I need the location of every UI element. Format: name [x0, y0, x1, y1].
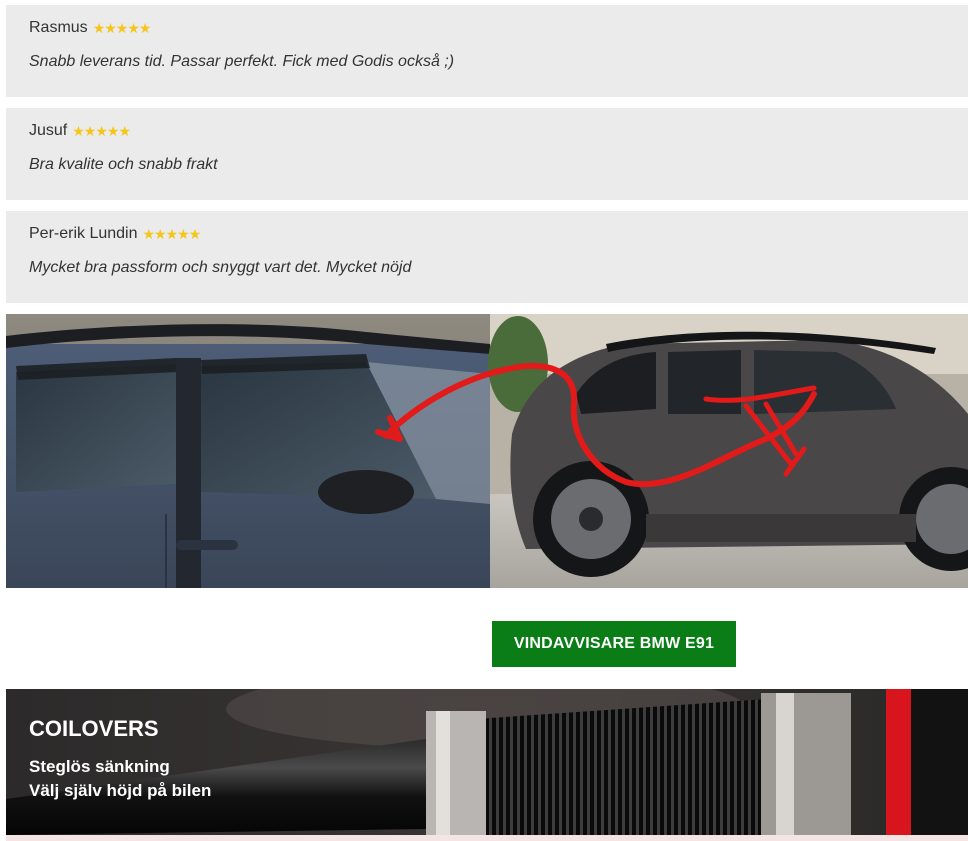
review-author: Rasmus	[29, 19, 88, 36]
wind-deflector-bmw-e91-button[interactable]: VINDAVVISARE BMW E91	[492, 621, 736, 667]
section-divider	[6, 835, 968, 841]
coilovers-title: COILOVERS	[29, 716, 159, 741]
review-card: Jusuf ★★★★★ Bra kvalite och snabb frakt	[6, 108, 968, 200]
review-author: Jusuf	[29, 122, 68, 139]
review-author: Per-erik Lundin	[29, 225, 138, 242]
coilovers-feature-2: Välj själv höjd på bilen	[29, 781, 212, 800]
star-rating-icon: ★★★★★	[72, 122, 131, 139]
coilovers-banner[interactable]: COILOVERS Steglös sänkning Välj själv hö…	[6, 689, 968, 835]
car-wind-deflector-image	[6, 314, 968, 588]
review-text: Mycket bra passform och snyggt vart det.…	[29, 259, 412, 276]
star-rating-icon: ★★★★★	[142, 225, 202, 242]
review-text: Bra kvalite och snabb frakt	[29, 156, 218, 173]
review-card: Per-erik Lundin ★★★★★ Mycket bra passfor…	[6, 211, 968, 303]
star-rating-icon: ★★★★★	[92, 19, 152, 36]
review-header: Per-erik Lundin ★★★★★	[29, 225, 202, 243]
product-image-banner	[6, 314, 968, 588]
review-card: Rasmus ★★★★★ Snabb leverans tid. Passar …	[6, 5, 968, 97]
coilovers-feature-1: Steglös sänkning	[29, 757, 170, 776]
review-text: Snabb leverans tid. Passar perfekt. Fick…	[29, 53, 455, 70]
review-header: Rasmus ★★★★★	[29, 19, 152, 37]
review-header: Jusuf ★★★★★	[29, 122, 131, 140]
